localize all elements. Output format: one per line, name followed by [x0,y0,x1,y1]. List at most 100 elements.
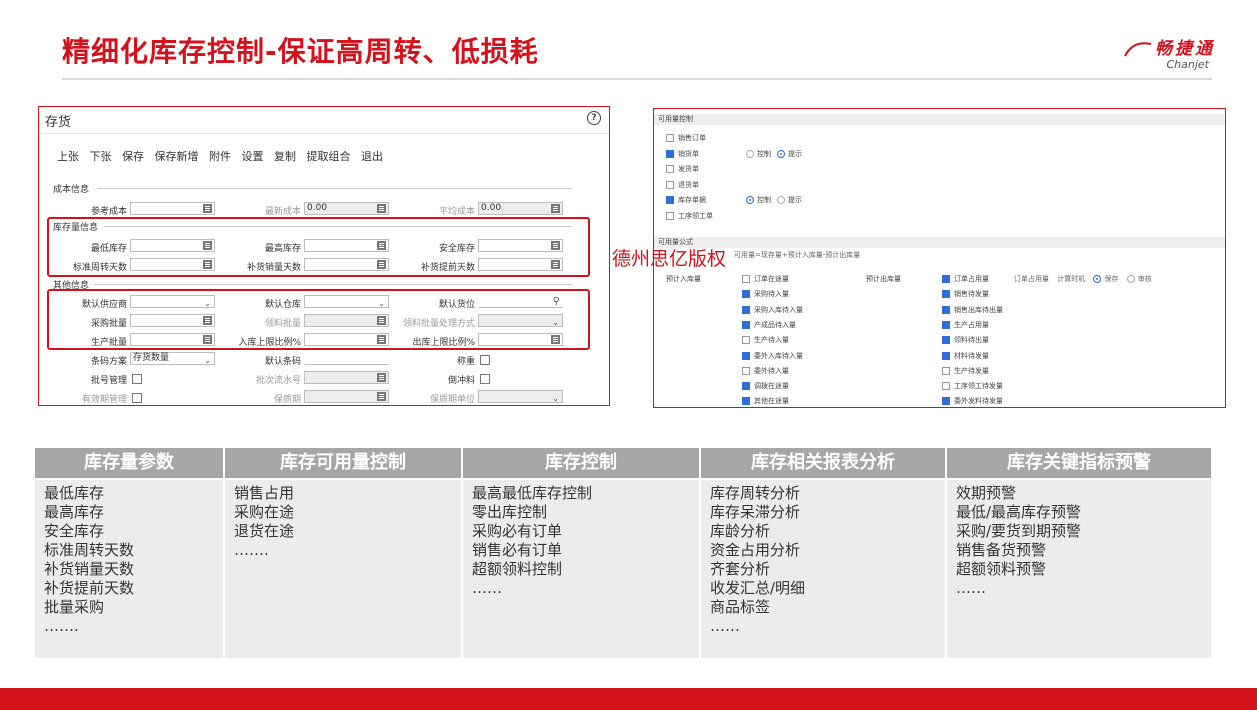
formula-checkbox[interactable] [742,305,750,314]
shelf-life-input[interactable] [304,390,389,403]
timing-save-label: 保存 [1104,275,1119,283]
backflush-checkbox[interactable] [480,374,490,384]
formula-checkbox[interactable] [742,366,750,375]
outbound-item: 生产待发量 [942,366,989,376]
latest-cost-value: 0.00 [307,203,328,213]
toolbar-exit-button[interactable]: 退出 [361,150,383,163]
availability-checkbox[interactable] [666,196,674,204]
formula-checkbox[interactable] [742,290,750,299]
availability-checkbox[interactable] [666,180,674,189]
chevron-down-icon[interactable]: ⌄ [204,355,211,366]
toolbar-extract-combo-button[interactable]: 提取组合 [307,150,351,163]
list-item: 标准周转天数 [44,541,135,559]
help-icon[interactable]: ? [587,111,601,125]
mode-radio[interactable] [746,196,754,204]
shelf-life-label: 保质期 [273,395,301,405]
backflush-label: 倒冲料 [447,376,475,386]
list-item: 商品标签 [710,598,771,616]
formula-item-label: 委外待入量 [754,366,789,375]
inbound-item: 产成品待入量 [742,320,796,330]
toolbar-prev-button[interactable]: 上张 [57,150,79,163]
formula-checkbox[interactable] [742,336,750,345]
avg-cost-label: 平均成本 [438,207,475,217]
formula-checkbox[interactable] [742,382,750,391]
formula-checkbox[interactable] [942,336,950,345]
watermark-text: 德州思亿版权 [612,248,727,270]
availability-label: 库存单据 [678,196,706,204]
formula-checkbox[interactable] [942,320,950,329]
timing-audit-radio[interactable] [1126,275,1135,283]
formula-checkbox[interactable] [942,305,950,314]
formula-item-label: 委外入库待入量 [754,351,803,360]
timing-audit-label: 审核 [1137,275,1152,283]
formula-checkbox[interactable] [942,382,950,391]
batch-management-checkbox[interactable] [132,374,142,384]
barcode-scheme-select[interactable]: 存货数量 ⌄ [130,352,215,365]
availability-section-title: 可用量控制 [658,115,693,123]
calculator-icon[interactable] [377,373,386,382]
latest-cost-input[interactable]: 0.00 [304,202,389,215]
calculator-icon[interactable] [203,204,212,213]
inbound-item: 委外待入量 [742,366,789,376]
availability-row: 销售订单 [666,133,740,143]
toolbar-settings-button[interactable]: 设置 [242,150,264,163]
formula-item-label: 领料待出量 [954,336,989,345]
column-header: 库存量参数 [35,448,223,478]
default-barcode-input[interactable] [304,352,389,365]
formula-item-label: 工序领工待发量 [954,382,1003,391]
list-item: 采购在途 [234,503,295,521]
inbound-item: 采购待入量 [742,289,789,299]
calculator-icon[interactable] [377,204,386,213]
formula-checkbox[interactable] [942,397,950,406]
timing-save-radio[interactable] [1093,275,1102,283]
list-item: …… [710,617,740,635]
ref-cost-input[interactable] [130,202,215,215]
formula-item-label: 销售待发量 [954,290,989,299]
toolbar-next-button[interactable]: 下张 [90,150,112,163]
list-item: ……. [44,617,79,635]
toolbar-save-button[interactable]: 保存 [122,150,144,163]
formula-checkbox[interactable] [742,320,750,329]
mode-radio-label: 控制 [757,149,771,158]
batch-serial-input[interactable] [304,371,389,384]
form-toolbar: 上张 下张 保存 保存新增 附件 设置 复制 提取组合 退出 [57,148,390,164]
toolbar-copy-button[interactable]: 复制 [274,150,296,163]
availability-checkbox[interactable] [666,165,674,173]
latest-cost-label: 最新成本 [264,207,301,217]
formula-checkbox[interactable] [742,351,750,360]
list-item: 超额领料控制 [472,560,563,578]
availability-checkbox[interactable] [666,149,674,158]
formula-checkbox[interactable] [942,351,950,360]
mode-radio[interactable] [777,196,785,204]
outbound-item: 材料待发量 [942,351,989,361]
outbound-item: 生产占用量 [942,320,989,330]
mode-radio[interactable] [746,149,754,158]
avg-cost-input[interactable]: 0.00 [478,202,563,215]
list-item: 库存周转分析 [710,484,801,502]
formula-checkbox[interactable] [742,275,750,283]
formula-checkbox[interactable] [942,290,950,299]
formula-checkbox[interactable] [942,275,950,283]
calculator-icon[interactable] [377,392,386,401]
column-header: 库存相关报表分析 [701,448,945,478]
highlight-box-other [47,289,590,350]
formula-item-label: 调拨在途量 [754,382,789,391]
mode-radio[interactable] [777,149,785,158]
mode-radio-label: 控制 [757,196,771,204]
toolbar-save-new-button[interactable]: 保存新增 [155,150,199,163]
chevron-down-icon[interactable]: ⌄ [552,393,559,404]
barcode-scheme-label: 条码方案 [90,357,127,367]
availability-checkbox[interactable] [666,134,674,142]
availability-checkbox[interactable] [666,211,674,220]
weighing-checkbox[interactable] [480,355,490,365]
formula-checkbox[interactable] [742,397,750,406]
formula-item-label: 生产待发量 [954,366,989,375]
outbound-item: 工序领工待发量 [942,381,1003,391]
toolbar-attachment-button[interactable]: 附件 [209,150,231,163]
formula-checkbox[interactable] [942,366,950,375]
barcode-scheme-value: 存货数量 [133,353,170,363]
expiry-management-checkbox[interactable] [132,393,142,403]
shelf-life-unit-select[interactable]: ⌄ [478,390,563,403]
calculator-icon[interactable] [551,204,560,213]
list-item: 库龄分析 [710,522,771,540]
